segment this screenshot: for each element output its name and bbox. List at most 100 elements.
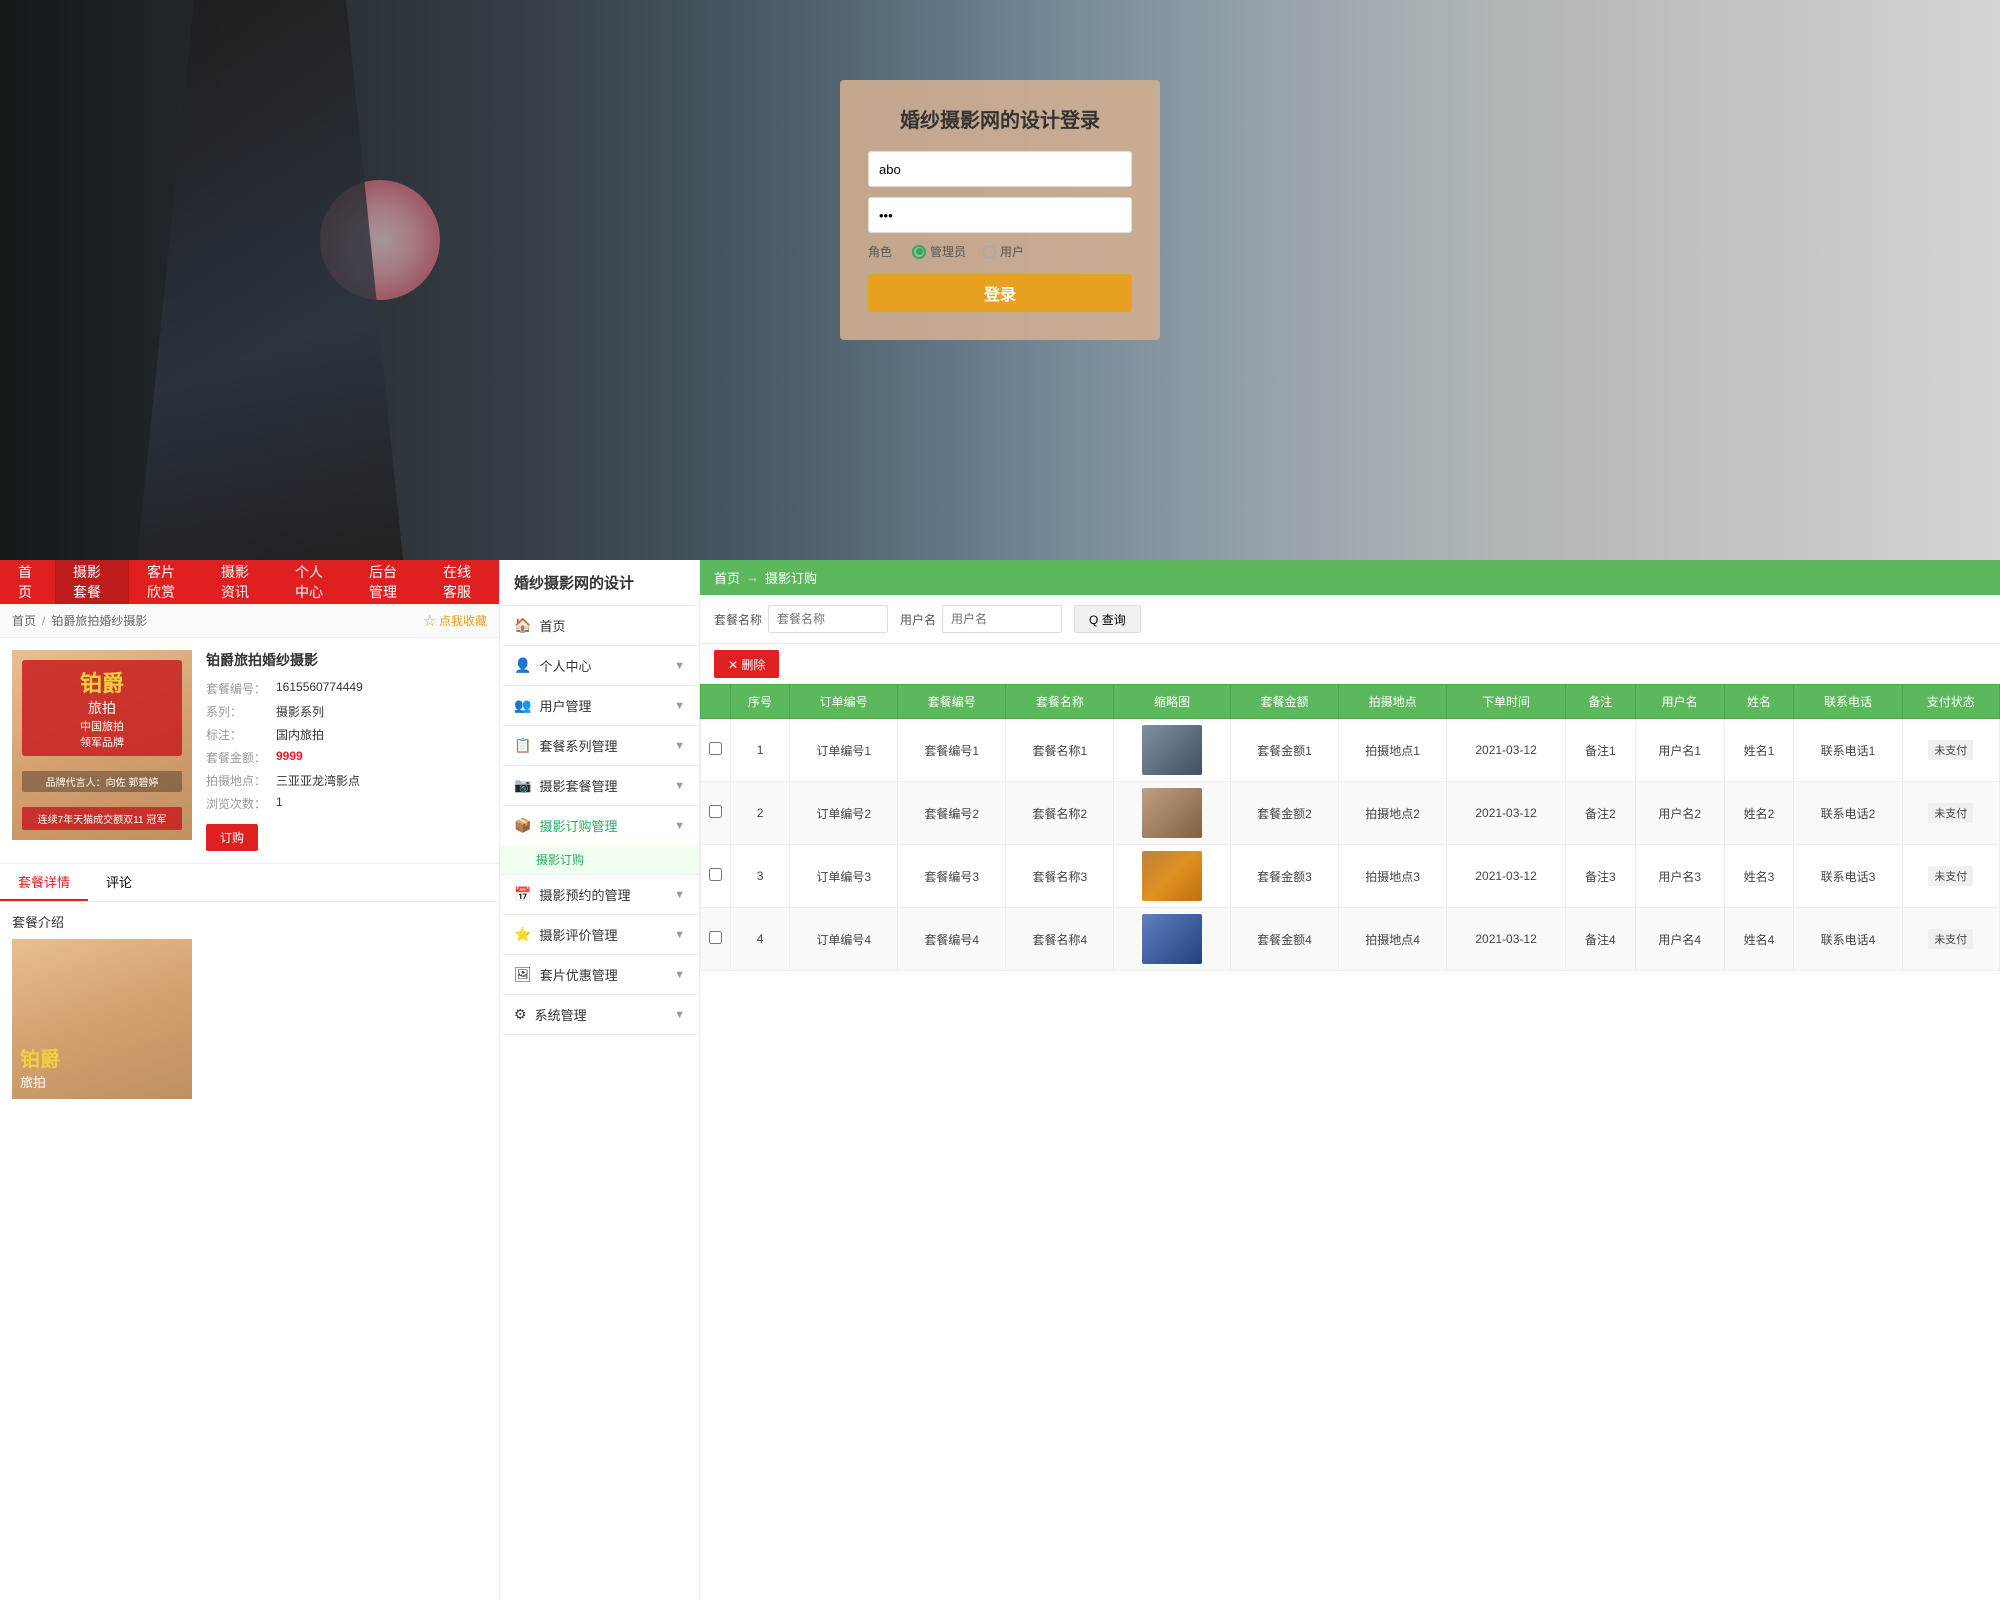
th-order-no: 订单编号 — [790, 685, 898, 719]
admin-label: 管理员 — [930, 243, 966, 260]
sidebar-item-reviews[interactable]: ⭐ 摄影评价管理 ▼ — [500, 915, 699, 955]
chevron-down-icon-4: ▼ — [674, 780, 685, 792]
chevron-down-icon: ▼ — [674, 660, 685, 672]
row-username-3: 用户名4 — [1635, 908, 1724, 971]
row-name-1: 姓名2 — [1724, 782, 1794, 845]
row-username-0: 用户名1 — [1635, 719, 1724, 782]
package-series-row: 系列： 摄影系列 — [206, 703, 487, 720]
sidebar-item-personal[interactable]: 👤 个人中心 ▼ — [500, 646, 699, 686]
sidebar-item-appointments[interactable]: 📅 摄影预约的管理 ▼ — [500, 875, 699, 915]
nav-admin[interactable]: 后台管理 — [351, 560, 425, 604]
intro-brand-big: 铂爵 — [20, 1043, 184, 1072]
package-location-row: 拍摄地点： 三亚亚龙湾影点 — [206, 772, 487, 789]
th-status: 支付状态 — [1902, 685, 2000, 719]
nav-service[interactable]: 在线客服 — [425, 560, 499, 604]
sidebar-subitem-orders[interactable]: 摄影订购 — [500, 845, 699, 874]
row-note-0: 备注1 — [1565, 719, 1635, 782]
sidebar-menu: 🏠 首页 👤 个人中心 ▼ 👥 用户管理 ▼ — [500, 606, 699, 1035]
th-date: 下单时间 — [1447, 685, 1566, 719]
nav-packages[interactable]: 摄影套餐 — [55, 560, 129, 604]
user-radio[interactable] — [982, 245, 996, 259]
breadcrumb-home[interactable]: 首页 — [12, 612, 36, 629]
photos-icon: 🖼 — [514, 966, 532, 983]
login-button[interactable]: 登录 — [868, 274, 1132, 312]
order-button[interactable]: 订购 — [206, 824, 258, 851]
nav-news[interactable]: 摄影资讯 — [203, 560, 277, 604]
admin-radio[interactable] — [912, 245, 926, 259]
sidebar-item-home[interactable]: 🏠 首页 — [500, 606, 699, 646]
right-breadcrumb: 首页 → 摄影订购 — [700, 560, 2000, 595]
row-thumb-1 — [1114, 782, 1231, 845]
intro-label: 套餐介绍 — [12, 912, 487, 931]
user-radio-group[interactable]: 用户 — [982, 243, 1024, 260]
views-value: 1 — [276, 795, 283, 812]
location-label: 拍摄地点： — [206, 772, 276, 789]
brand-sub3: 领军品牌 — [28, 734, 176, 750]
title-value: 国内旅拍 — [276, 726, 324, 743]
row-index-2: 3 — [731, 845, 790, 908]
row-order-no-0: 订单编号1 — [790, 719, 898, 782]
chevron-down-icon-5: ▼ — [674, 820, 685, 832]
nav-gallery[interactable]: 客片欣赏 — [129, 560, 203, 604]
row-checkbox-3[interactable] — [701, 908, 731, 971]
row-checkbox-2[interactable] — [701, 845, 731, 908]
row-checkbox-0[interactable] — [701, 719, 731, 782]
th-username: 用户名 — [1635, 685, 1724, 719]
username-field[interactable] — [868, 151, 1132, 187]
number-label: 套餐编号： — [206, 680, 276, 697]
row-phone-0: 联系电话1 — [1794, 719, 1902, 782]
sidebar-reviews-label: 摄影评价管理 — [539, 925, 617, 944]
table-header-row: 序号 订单编号 套餐编号 套餐名称 缩略图 套餐金额 拍摄地点 下单时间 备注 … — [701, 685, 2000, 719]
role-row: 角色 管理员 用户 — [868, 243, 1132, 260]
row-name-0: 姓名1 — [1724, 719, 1794, 782]
package-title-row: 标注： 国内旅拍 — [206, 726, 487, 743]
row-note-3: 备注4 — [1565, 908, 1635, 971]
row-checkbox-1[interactable] — [701, 782, 731, 845]
row-index-1: 2 — [731, 782, 790, 845]
right-breadcrumb-home[interactable]: 首页 — [714, 568, 740, 587]
row-date-3: 2021-03-12 — [1447, 908, 1566, 971]
row-pkg-name-3: 套餐名称4 — [1006, 908, 1114, 971]
login-title: 婚纱摄影网的设计登录 — [868, 104, 1132, 133]
th-location: 拍摄地点 — [1339, 685, 1447, 719]
sidebar-item-photos[interactable]: 🖼 套片优惠管理 ▼ — [500, 955, 699, 995]
row-amount-0: 套餐金额1 — [1230, 719, 1338, 782]
search-button[interactable]: Q 查询 — [1074, 605, 1141, 633]
sidebar-item-system[interactable]: ⚙ 系统管理 ▼ — [500, 995, 699, 1035]
username-input[interactable] — [942, 605, 1062, 633]
row-phone-1: 联系电话2 — [1794, 782, 1902, 845]
breadcrumb: 首页 / 铂爵旅拍婚纱摄影 ☆ 点我收藏 — [0, 604, 499, 638]
package-name-input[interactable] — [768, 605, 888, 633]
tab-review[interactable]: 评论 — [88, 864, 150, 901]
sidebar-item-series[interactable]: 📋 套餐系列管理 ▼ — [500, 726, 699, 766]
price-label: 套餐金额： — [206, 749, 276, 766]
package-name-search-group: 套餐名称 — [714, 605, 888, 633]
table-row: 1 订单编号1 套餐编号1 套餐名称1 套餐金额1 拍摄地点1 2021-03-… — [701, 719, 2000, 782]
password-field[interactable] — [868, 197, 1132, 233]
favorite-button[interactable]: ☆ 点我收藏 — [424, 612, 487, 629]
delete-button[interactable]: ✕ 删除 — [714, 650, 779, 678]
row-pkg-no-0: 套餐编号1 — [898, 719, 1006, 782]
location-value: 三亚亚龙湾影点 — [276, 772, 360, 789]
right-breadcrumb-current: 摄影订购 — [765, 568, 817, 587]
row-username-1: 用户名2 — [1635, 782, 1724, 845]
package-title: 铂爵旅拍婚纱摄影 — [206, 650, 487, 670]
sidebar-item-users[interactable]: 👥 用户管理 ▼ — [500, 686, 699, 726]
row-status-1: 未支付 — [1902, 782, 2000, 845]
nav-personal[interactable]: 个人中心 — [277, 560, 351, 604]
sidebar-appointments-label: 摄影预约的管理 — [539, 885, 630, 904]
views-label: 浏览次数： — [206, 795, 276, 812]
nav-home[interactable]: 首页 — [0, 560, 55, 604]
sidebar-item-packages[interactable]: 📷 摄影套餐管理 ▼ — [500, 766, 699, 806]
row-order-no-1: 订单编号2 — [790, 782, 898, 845]
package-views-row: 浏览次数： 1 — [206, 795, 487, 812]
admin-radio-group[interactable]: 管理员 — [912, 243, 966, 260]
hero-section: 婚纱摄影网的设计登录 角色 管理员 用户 登录 — [0, 0, 2000, 560]
sidebar-item-orders[interactable]: 📦 摄影订购管理 ▼ 摄影订购 — [500, 806, 699, 875]
package-area: 铂爵 旅拍 中国旅拍 领军品牌 品牌代言人：向佐 郭碧婷 连续7年天猫成交额双1… — [0, 638, 499, 864]
chevron-down-icon-6: ▼ — [674, 889, 685, 901]
tab-detail[interactable]: 套餐详情 — [0, 864, 88, 901]
users-icon: 👥 — [514, 697, 531, 714]
middle-sidebar: 婚纱摄影网的设计 🏠 首页 👤 个人中心 ▼ 👥 用户管理 ▼ — [500, 560, 700, 1600]
row-date-1: 2021-03-12 — [1447, 782, 1566, 845]
